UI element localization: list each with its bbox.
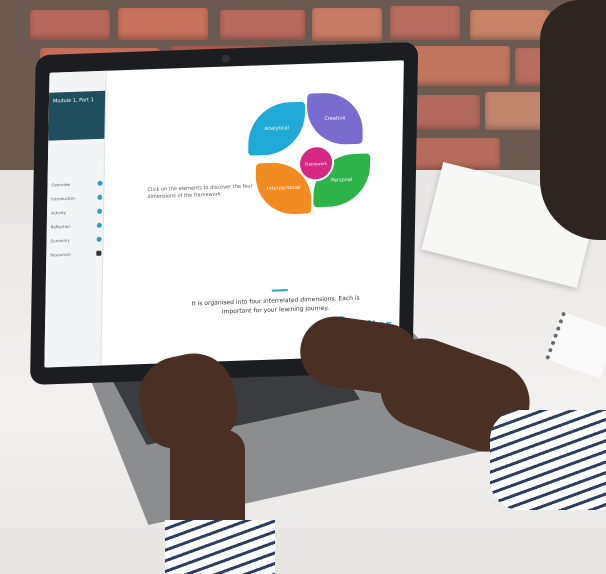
sidebar-item[interactable]: Activity: [51, 210, 66, 216]
brick: [220, 10, 305, 40]
status-dot-icon: [97, 180, 103, 186]
status-dot-icon: [96, 222, 102, 228]
lock-icon: [96, 250, 102, 256]
photo-scene: Module 1, Part 1 Overview Introduction A…: [0, 0, 606, 574]
caption-text: It is organised into four interrelated d…: [191, 294, 360, 316]
status-dot-icon: [97, 194, 103, 200]
caption-divider: [271, 289, 288, 292]
brick: [390, 6, 460, 40]
brick: [312, 8, 382, 41]
brick: [118, 8, 208, 40]
left-sleeve: [165, 520, 275, 574]
instruction-text: Click on the elements to discover the fo…: [147, 183, 253, 201]
sidebar-item[interactable]: Reflection: [51, 224, 71, 230]
petal-creative[interactable]: Creative: [306, 91, 364, 146]
course-sidebar: Module 1, Part 1 Overview Introduction A…: [44, 70, 107, 368]
brick: [30, 10, 110, 40]
sidebar-item[interactable]: Resources: [50, 252, 71, 258]
webcam-icon: [221, 54, 230, 63]
right-sleeve: [490, 410, 606, 510]
status-dot-icon: [97, 208, 103, 214]
status-dot-icon: [96, 236, 102, 242]
sidebar-item[interactable]: Introduction: [51, 196, 75, 202]
sidebar-item[interactable]: Summary: [50, 238, 69, 244]
sidebar-item[interactable]: Overview: [51, 182, 70, 188]
person-head: [540, 0, 606, 240]
brick: [470, 10, 550, 40]
petal-analytical[interactable]: Analytical: [248, 101, 306, 156]
